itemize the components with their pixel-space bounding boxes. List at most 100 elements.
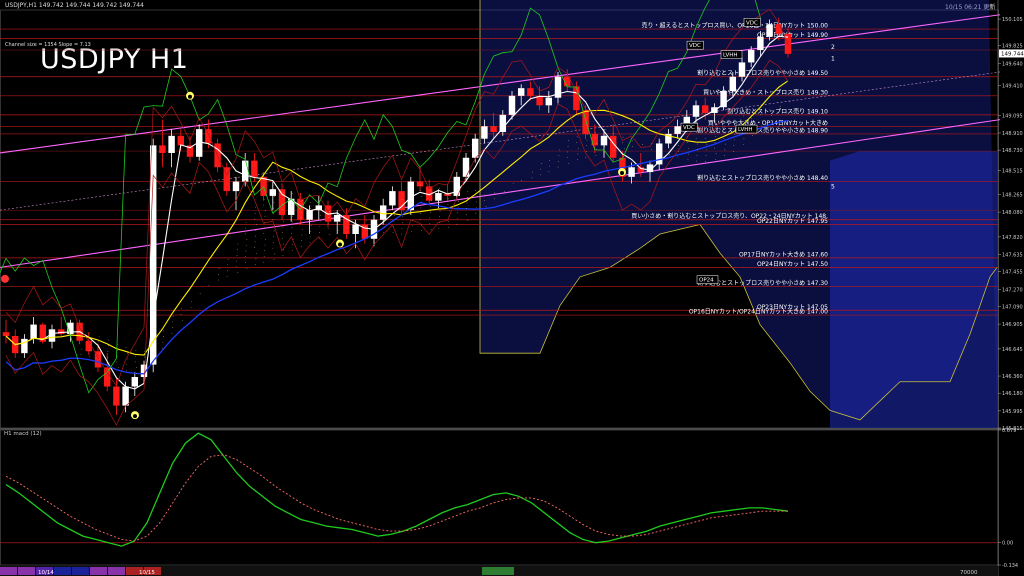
y-tick-label: 146.180 xyxy=(1002,391,1023,397)
cloud-dot xyxy=(162,336,164,337)
cloud-dot xyxy=(365,220,367,222)
cloud-dot xyxy=(300,217,302,219)
cloud-dot xyxy=(218,274,220,275)
wave-label: 1 xyxy=(831,56,835,63)
cloud-dot xyxy=(117,350,118,351)
cloud-dot xyxy=(706,143,708,145)
cloud-dot xyxy=(355,223,357,225)
cloud-dot xyxy=(475,213,477,214)
cloud-dot xyxy=(347,221,348,223)
cloud-dot xyxy=(393,215,395,216)
cloud-dot xyxy=(98,335,100,337)
cloud-dot xyxy=(411,208,412,210)
cloud-dot xyxy=(750,123,752,125)
cloud-dot xyxy=(504,190,506,192)
cloud-dot xyxy=(714,136,716,137)
cloud-dot xyxy=(384,221,385,222)
cloud-dot xyxy=(438,222,440,223)
cloud-dot xyxy=(659,146,661,148)
cloud-dot xyxy=(292,244,294,246)
cloud-dot xyxy=(411,225,413,227)
cloud-dot xyxy=(263,256,265,257)
cloud-dot xyxy=(678,139,680,141)
cloud-dot xyxy=(291,227,293,228)
cloud-dot xyxy=(117,367,119,369)
cloud-dot xyxy=(485,206,487,207)
cloud-dot xyxy=(80,331,81,333)
cloud-dot xyxy=(384,215,386,217)
candle-body xyxy=(674,126,681,134)
cloud-dot xyxy=(585,151,587,152)
candle-body xyxy=(462,157,470,177)
y-tick-label: 149.825 xyxy=(1002,44,1023,50)
cloud-dot xyxy=(310,202,312,203)
cloud-dot xyxy=(375,224,377,226)
cloud-dot xyxy=(456,195,458,197)
cloud-dot xyxy=(301,234,303,236)
candle-body xyxy=(738,62,746,77)
cloud-dot xyxy=(301,211,302,213)
candle-body xyxy=(2,332,10,337)
cloud-dot xyxy=(695,137,697,139)
box-label-text: VDC xyxy=(746,20,758,26)
bottom-bar-segment xyxy=(0,567,17,575)
cloud-dot xyxy=(467,196,468,198)
cloud-dot xyxy=(419,218,421,220)
cloud-dot xyxy=(603,152,605,153)
cloud-dot xyxy=(107,356,108,358)
cloud-dot xyxy=(742,121,744,123)
cloud-dot xyxy=(449,209,450,211)
cloud-dot xyxy=(401,233,402,235)
cloud-dot xyxy=(439,216,441,218)
cloud-dot xyxy=(669,148,671,150)
box-label-text: LVHH xyxy=(738,127,753,133)
cloud-dot xyxy=(309,242,311,244)
cloud-dot xyxy=(273,207,275,209)
y-tick-label: 146.645 xyxy=(1002,347,1023,353)
cloud-dot xyxy=(456,218,458,219)
level-label: 割り込むとストップロス売りやや小さめ 149.50 xyxy=(697,69,828,77)
cloud-dot xyxy=(447,227,449,228)
cloud-dot xyxy=(310,225,312,226)
cloud-dot xyxy=(585,156,587,158)
cloud-dot xyxy=(300,223,302,224)
cloud-dot xyxy=(374,230,376,232)
cloud-dot xyxy=(392,209,393,210)
cloud-dot xyxy=(476,201,478,203)
y-tick-label: 147.090 xyxy=(1002,304,1023,310)
cloud-dot xyxy=(237,272,239,273)
cloud-dot xyxy=(576,142,578,143)
candle-body xyxy=(379,205,387,220)
cloud-dot xyxy=(263,233,265,234)
candle-body xyxy=(57,329,65,335)
cloud-dot xyxy=(373,219,375,220)
cloud-dot xyxy=(438,204,439,206)
cloud-dot xyxy=(245,222,247,223)
candle-body xyxy=(85,340,93,352)
cloud-dot xyxy=(715,159,717,160)
cloud-dot xyxy=(456,223,458,225)
cloud-dot xyxy=(319,203,320,205)
cloud-dot xyxy=(429,188,431,190)
cloud-dot xyxy=(274,253,275,255)
chart-canvas[interactable]: 150.105 149.825 149.640 149.410 149.095 148.9… xyxy=(0,0,1024,576)
cloud-dot xyxy=(263,198,265,200)
cloud-dot xyxy=(88,333,90,334)
cloud-dot xyxy=(586,139,588,141)
cloud-dot xyxy=(411,202,413,204)
cloud-dot xyxy=(752,135,753,136)
cloud-dot xyxy=(761,125,763,127)
cloud-dot xyxy=(604,140,606,142)
cloud-dot xyxy=(467,219,469,221)
cloud-dot xyxy=(392,232,394,233)
cloud-dot xyxy=(255,252,257,254)
cloud-dot xyxy=(272,247,274,249)
cloud-dot xyxy=(134,361,136,363)
candle-body xyxy=(103,367,111,387)
cloud-dot xyxy=(98,341,100,343)
y-tick-label: 146.905 xyxy=(1002,322,1023,328)
cloud-dot xyxy=(476,195,478,197)
current-price-label: 149.744 xyxy=(1001,51,1024,57)
fractal-marker-hole xyxy=(338,242,342,247)
cloud-dot xyxy=(89,344,91,346)
